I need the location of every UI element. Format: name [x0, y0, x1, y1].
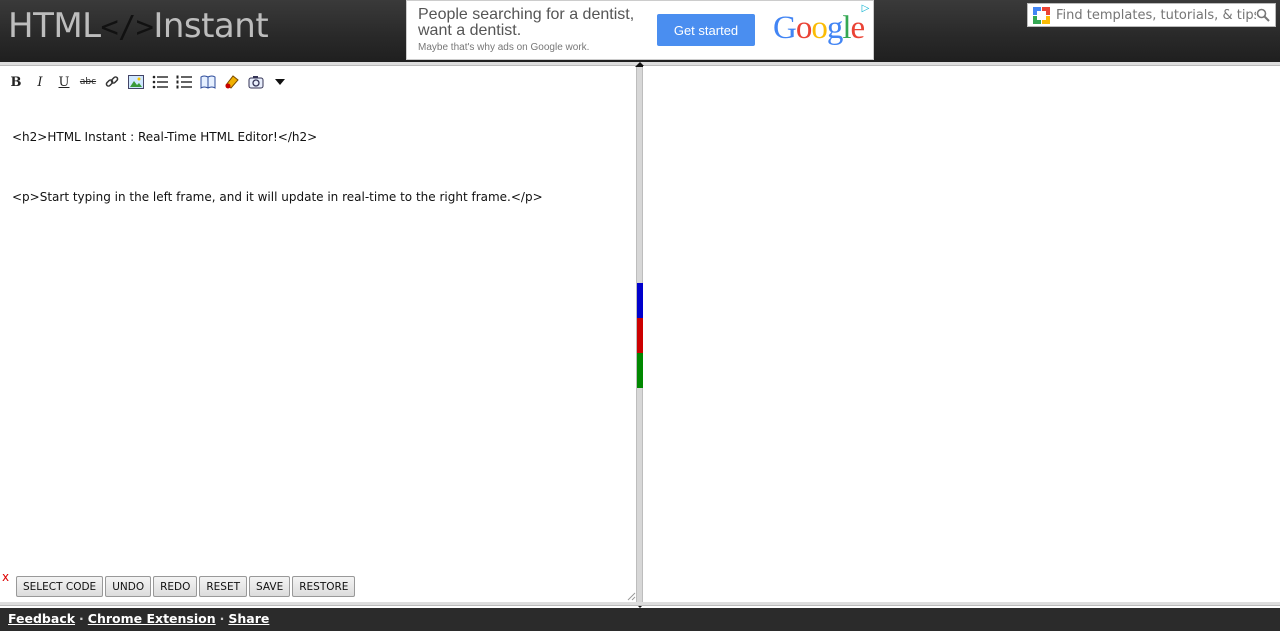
ad-logo-letter: e	[850, 10, 866, 46]
select-code-button[interactable]: SELECT CODE	[16, 576, 104, 597]
camera-icon	[248, 76, 264, 89]
google-ad[interactable]: People searching for a dentist, want a d…	[406, 0, 874, 60]
save-button[interactable]: SAVE	[249, 576, 291, 597]
ad-headline-line1: People searching for a dentist,	[418, 6, 635, 23]
numbered-list-icon	[176, 75, 192, 89]
numbered-list-button[interactable]	[172, 72, 196, 92]
google-search-icon	[1033, 7, 1050, 24]
footer-separator-dot: ·	[219, 611, 225, 626]
header: HTML</>Instant People searching for a de…	[0, 0, 1280, 62]
resize-grip-icon[interactable]	[627, 592, 636, 601]
ad-logo-letter: G	[773, 10, 797, 46]
logo-part1: HTML	[8, 6, 101, 46]
footer: Feedback · Chrome Extension · Share	[0, 608, 1280, 631]
restore-button[interactable]: RESTORE	[292, 576, 356, 597]
editor-action-bar: SELECT CODE UNDO REDO RESET SAVE RESTORE	[16, 576, 356, 597]
ad-choices-icon[interactable]: ▷	[859, 2, 872, 15]
bold-icon: B	[10, 74, 22, 90]
logo-tag: </>	[100, 10, 154, 45]
undo-button[interactable]: UNDO	[105, 576, 152, 597]
palette-icon	[225, 75, 239, 89]
chrome-extension-link[interactable]: Chrome Extension	[88, 611, 216, 626]
reset-button[interactable]: RESET	[199, 576, 248, 597]
ad-google-logo: Google	[773, 10, 866, 47]
image-button[interactable]	[124, 72, 148, 92]
code-editor[interactable]: B I U abc <h2>HTML Instant : Real-Time H…	[0, 66, 636, 602]
logo-part2: Instant	[153, 6, 269, 46]
code-text[interactable]: <h2>HTML Instant : Real-Time HTML Editor…	[12, 100, 543, 250]
feedback-link[interactable]: Feedback	[8, 611, 75, 626]
ad-logo-letter: l	[842, 10, 851, 46]
ad-headline-line2: want a dentist.	[418, 22, 522, 39]
italic-icon: I	[37, 74, 43, 90]
code-line: <h2>HTML Instant : Real-Time HTML Editor…	[12, 130, 318, 144]
book-icon	[200, 75, 216, 89]
book-button[interactable]	[196, 72, 220, 92]
ad-get-started-button[interactable]: Get started	[657, 14, 755, 46]
bullet-list-icon	[152, 75, 168, 89]
strikethrough-button[interactable]: abc	[76, 72, 100, 92]
share-link[interactable]: Share	[228, 611, 269, 626]
bullet-list-button[interactable]	[148, 72, 172, 92]
strikethrough-icon: abc	[79, 77, 97, 87]
italic-button[interactable]: I	[28, 72, 52, 92]
ad-logo-letter: o	[811, 10, 827, 46]
link-icon	[105, 76, 119, 87]
caret-down-icon	[275, 79, 285, 85]
ad-logo-letter: g	[826, 10, 843, 46]
color-button[interactable]	[220, 72, 244, 92]
preview-button[interactable]	[244, 72, 268, 92]
underline-button[interactable]: U	[52, 72, 76, 92]
ad-headline[interactable]: People searching for a dentist, want a d…	[418, 7, 634, 39]
search-box[interactable]	[1027, 3, 1276, 27]
search-icon[interactable]	[1256, 8, 1270, 22]
footer-separator-dot: ·	[79, 611, 84, 626]
clear-icon[interactable]: x	[2, 570, 9, 584]
search-input[interactable]	[1056, 6, 1256, 24]
code-line: <p>Start typing in the left frame, and i…	[12, 190, 543, 204]
more-options-button[interactable]	[268, 72, 292, 92]
logo[interactable]: HTML</>Instant	[8, 6, 269, 46]
ad-logo-letter: o	[795, 10, 812, 46]
redo-button[interactable]: REDO	[153, 576, 198, 597]
underline-icon: U	[58, 74, 70, 90]
bold-button[interactable]: B	[4, 72, 28, 92]
footer-separator	[0, 602, 1280, 606]
editor-toolbar: B I U abc	[4, 72, 292, 92]
ad-subtext: Maybe that's why ads on Google work.	[418, 42, 590, 53]
image-icon	[128, 75, 144, 89]
preview-frame	[643, 66, 1280, 602]
link-button[interactable]	[100, 72, 124, 92]
